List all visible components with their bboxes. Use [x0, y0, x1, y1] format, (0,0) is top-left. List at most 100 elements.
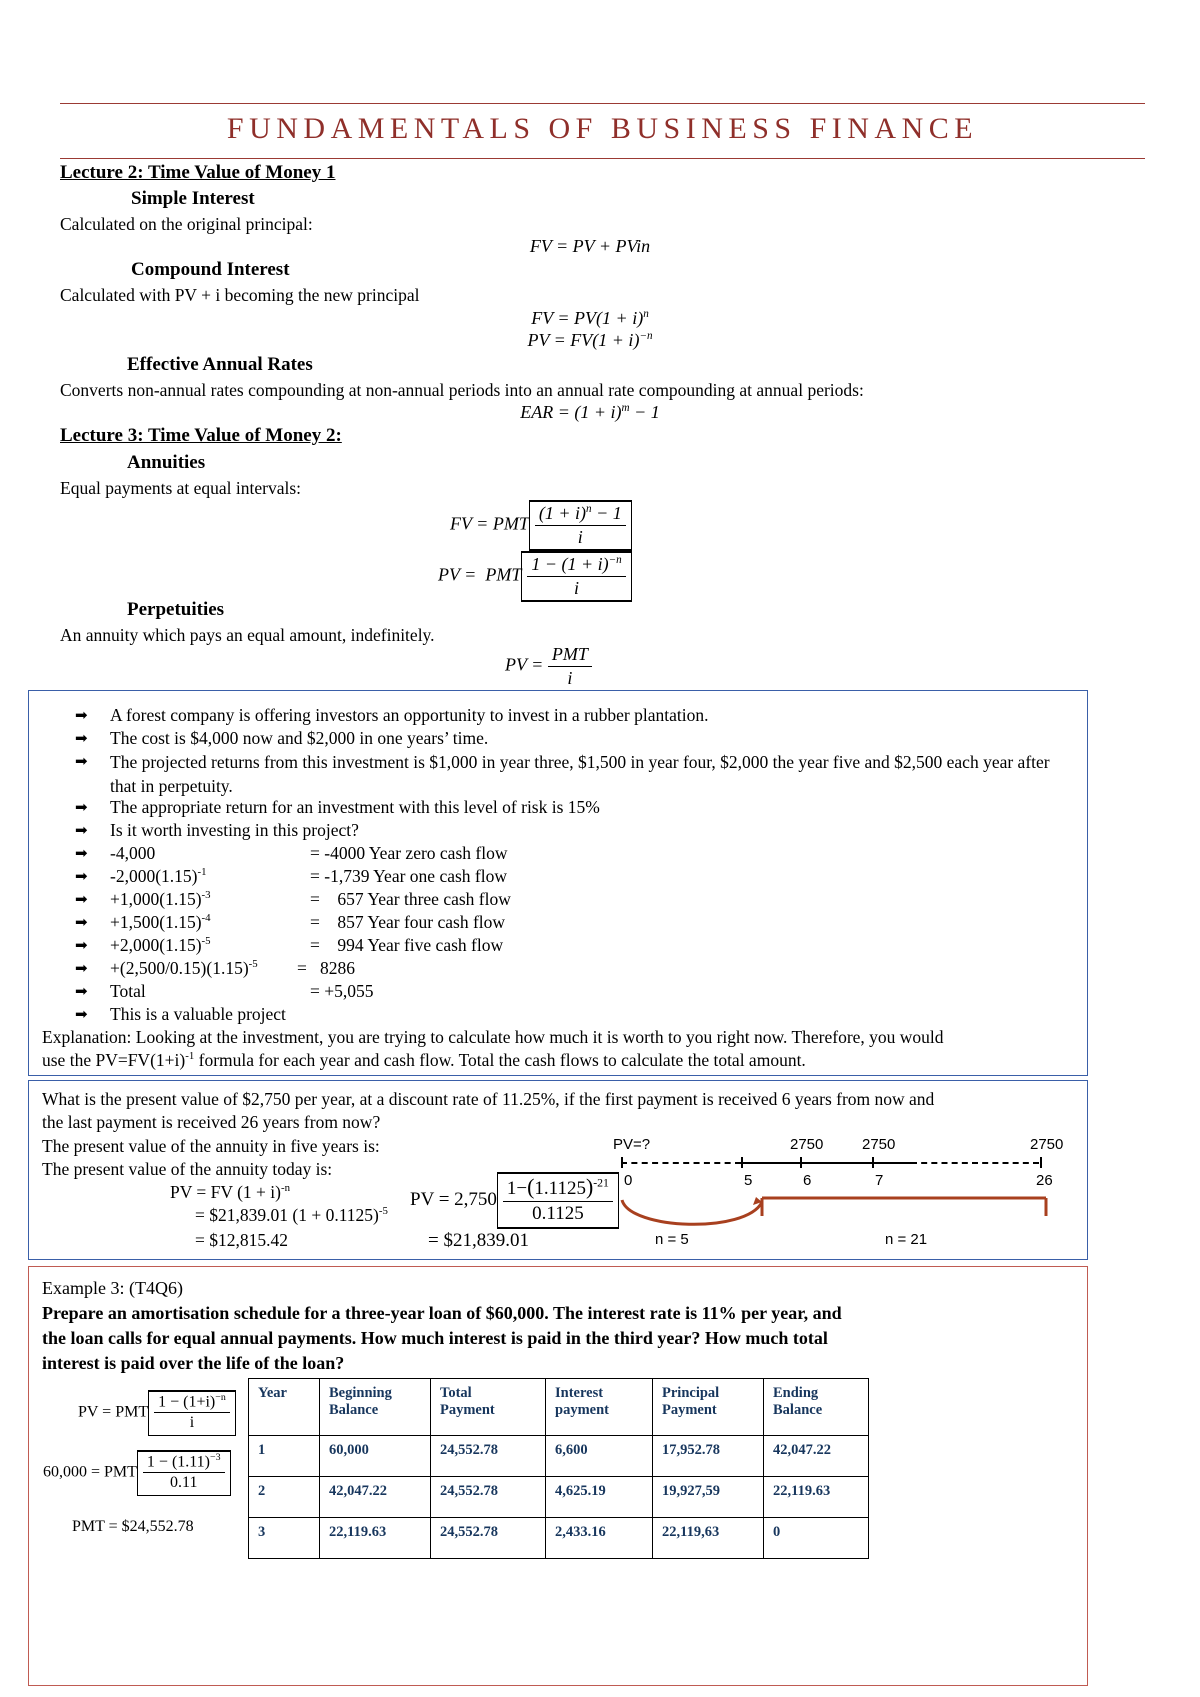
- example2-question-line-1: What is the present value of $2,750 per …: [42, 1089, 935, 1109]
- example1-calc-expr-5: +2,000(1.15)-5: [110, 935, 211, 955]
- timeline-axis-mid: [741, 1162, 911, 1164]
- cell-total-payment: 24,552.78: [430, 1435, 546, 1477]
- example2-question-line-2: the last payment is received 26 years fr…: [42, 1112, 381, 1132]
- formula-ear: EAR = (1 + i)m − 1: [520, 402, 660, 422]
- cell-interest-payment: 6,600: [545, 1435, 653, 1477]
- cell-ending-balance: 22,119.63: [763, 1476, 869, 1518]
- header-rule-top: [60, 103, 1145, 104]
- bullet-arrow-icon: [75, 801, 88, 816]
- example1-calc-result-5: = 994 Year five cash flow: [310, 935, 504, 955]
- example3-prompt-line-1: Prepare an amortisation schedule for a t…: [42, 1303, 842, 1323]
- timeline-tick-7: [872, 1157, 874, 1168]
- example1-calc-result-1: = -4000 Year zero cash flow: [310, 843, 508, 863]
- bullet-arrow-icon: [75, 847, 88, 862]
- heading-simple-interest: Simple Interest: [131, 188, 255, 209]
- example3-prompt-line-2: the loan calls for equal annual payments…: [42, 1328, 828, 1348]
- timeline-period-5: 5: [744, 1172, 753, 1189]
- table-row: 2 42,047.22 24,552.78 4,625.19 19,927,59…: [248, 1476, 869, 1518]
- example1-bullet-5: Is it worth investing in this project?: [110, 820, 359, 840]
- heading-lecture-2: Lecture 2: Time Value of Money 1: [60, 162, 336, 183]
- cell-principal-payment: 22,119,63: [652, 1517, 764, 1559]
- example3-formula-2: 60,000 = PMT 1 − (1.11)−3 0.11: [43, 1450, 231, 1497]
- timeline-brace-right: [760, 1196, 1048, 1216]
- example2-pv-result: = $21,839.01: [428, 1230, 529, 1251]
- timeline-period-26: 26: [1036, 1172, 1053, 1189]
- cell-principal-payment: 19,927,59: [652, 1476, 764, 1518]
- timeline-period-0: 0: [624, 1172, 633, 1189]
- example2-work-line-2: = $21,839.01 (1 + 0.1125)-5: [195, 1205, 388, 1225]
- timeline-pv-label: PV=?: [613, 1136, 651, 1153]
- example1-calc-expr-3: +1,000(1.15)-3: [110, 889, 211, 909]
- bullet-arrow-icon: [75, 985, 88, 1000]
- table-row: 3 22,119.63 24,552.78 2,433.16 22,119,63…: [248, 1517, 869, 1559]
- formula-simple-interest: FV = PV + PVin: [529, 236, 651, 256]
- example1-calc-result-2: = -1,739 Year one cash flow: [310, 866, 507, 886]
- bullet-arrow-icon: [75, 709, 88, 724]
- example1-bullet-2: The cost is $4,000 now and $2,000 in one…: [110, 728, 489, 748]
- bullet-arrow-icon: [75, 732, 88, 747]
- header-total-payment: Total Payment: [430, 1378, 546, 1436]
- cell-total-payment: 24,552.78: [430, 1517, 546, 1559]
- document-page: FUNDAMENTALS OF BUSINESS FINANCE Lecture…: [0, 0, 1200, 1697]
- text-compound-interest-desc: Calculated with PV + i becoming the new …: [60, 285, 420, 305]
- header-year: Year: [248, 1378, 320, 1436]
- text-ear-desc: Converts non-annual rates compounding at…: [60, 380, 864, 400]
- bullet-arrow-icon: [75, 939, 88, 954]
- example1-bullet-4: The appropriate return for an investment…: [110, 797, 600, 817]
- heading-perpetuities: Perpetuities: [127, 599, 225, 620]
- cell-total-payment: 24,552.78: [430, 1476, 546, 1518]
- timeline-tick-start: [621, 1157, 623, 1168]
- example1-total-result: = +5,055: [310, 981, 374, 1001]
- timeline-tick-6: [800, 1157, 802, 1168]
- formula-annuity-fv: FV = PMT (1 + i)n − 1i: [450, 500, 710, 551]
- text-simple-interest-desc: Calculated on the original principal:: [60, 214, 313, 234]
- example1-perp-result: = 8286: [297, 958, 355, 978]
- cell-ending-balance: 0: [763, 1517, 869, 1559]
- bullet-arrow-icon: [75, 893, 88, 908]
- heading-annuities: Annuities: [127, 452, 206, 473]
- bullet-arrow-icon: [75, 916, 88, 931]
- example1-calc-expr-1: -4,000: [110, 843, 156, 863]
- cell-beginning-balance: 60,000: [319, 1435, 431, 1477]
- text-annuities-desc: Equal payments at equal intervals:: [60, 478, 302, 498]
- bullet-arrow-icon: [75, 824, 88, 839]
- cell-beginning-balance: 42,047.22: [319, 1476, 431, 1518]
- amortisation-table: Year Beginning Balance Total Payment Int…: [248, 1378, 869, 1559]
- example1-calc-expr-2: -2,000(1.15)-1: [110, 866, 207, 886]
- example1-bullet-3: The projected returns from this investme…: [110, 752, 1050, 796]
- timeline-brace-left: [620, 1197, 764, 1226]
- example1-conclusion: This is a valuable project: [110, 1004, 286, 1024]
- header-interest-payment: Interest payment: [545, 1378, 653, 1436]
- example2-line-4: The present value of the annuity today i…: [42, 1159, 333, 1179]
- example1-explanation-line-2: use the PV=FV(1+i)-1 formula for each ye…: [42, 1050, 806, 1070]
- page-title: FUNDAMENTALS OF BUSINESS FINANCE: [226, 112, 979, 145]
- timeline-brace-right-label: n = 21: [885, 1231, 928, 1248]
- cell-interest-payment: 2,433.16: [545, 1517, 653, 1559]
- example1-calc-result-3: = 657 Year three cash flow: [310, 889, 511, 909]
- example1-explanation-line-1: Explanation: Looking at the investment, …: [42, 1027, 944, 1047]
- cell-year: 1: [248, 1435, 320, 1477]
- bullet-arrow-icon: [75, 962, 88, 977]
- example1-perp-expr: +(2,500/0.15)(1.15)-5: [110, 958, 258, 978]
- example2-work-line-3: = $12,815.42: [195, 1230, 288, 1250]
- timeline-dash-right: [911, 1162, 1039, 1164]
- example1-calc-result-4: = 857 Year four cash flow: [310, 912, 506, 932]
- formula-compound-fv: FV = PV(1 + i)n: [531, 308, 649, 328]
- header-beginning-balance: Beginning Balance: [319, 1378, 431, 1436]
- formula-annuity-pv: PV = PMT 1 − (1 + i)−n i: [438, 551, 718, 602]
- heading-effective-annual-rates: Effective Annual Rates: [127, 354, 313, 375]
- heading-lecture-3: Lecture 3: Time Value of Money 2:: [60, 425, 342, 446]
- cell-year: 2: [248, 1476, 320, 1518]
- heading-compound-interest: Compound Interest: [131, 259, 290, 280]
- formula-perpetuity: PV = PMT i: [505, 643, 705, 690]
- cell-ending-balance: 42,047.22: [763, 1435, 869, 1477]
- example3-label: Example 3: (T4Q6): [42, 1278, 183, 1298]
- timeline-tick-26: [1040, 1157, 1042, 1168]
- timeline-period-6: 6: [803, 1172, 812, 1189]
- table-header-row: Year Beginning Balance Total Payment Int…: [248, 1378, 869, 1436]
- bullet-arrow-icon: [75, 870, 88, 885]
- example2-pv-formula: PV = 2,750 1−(1.1125)-21 0.1125: [410, 1172, 619, 1229]
- table-row: 1 60,000 24,552.78 6,600 17,952.78 42,04…: [248, 1435, 869, 1477]
- example3-formula-3: PMT = $24,552.78: [72, 1518, 194, 1535]
- timeline-payment-label-1: 2750: [790, 1136, 824, 1153]
